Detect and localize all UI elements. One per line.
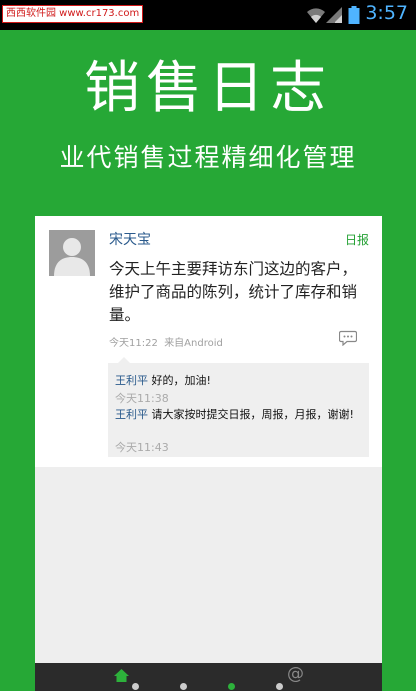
tab-indicator xyxy=(276,683,283,690)
clock: 3:57 xyxy=(365,2,408,24)
signal-icon xyxy=(325,6,343,28)
comment-list: 王利平 好的，加油! 今天11:38 王利平 请大家按时提交日报，周报，月报，谢… xyxy=(108,357,369,457)
wifi-icon xyxy=(306,6,326,28)
post-type-tag: 日报 xyxy=(344,233,369,247)
post-source: 来自Android xyxy=(164,338,223,349)
list-item: 王利平 好的，加油! xyxy=(115,372,211,388)
tab-2[interactable] xyxy=(174,663,194,691)
tab-3[interactable] xyxy=(222,663,242,691)
at-icon[interactable]: @ xyxy=(287,666,304,683)
comment-author[interactable]: 王利平 xyxy=(115,408,148,421)
post-body: 今天上午主要拜访东门这边的客户，维护了商品的陈列，统计了库存和销量。 xyxy=(109,260,358,324)
app-preview: 宋天宝 日报 今天上午主要拜访东门这边的客户，维护了商品的陈列，统计了库存和销量… xyxy=(35,216,382,691)
comment-text: 请大家按时提交日报，周报，月报，谢谢! xyxy=(151,408,354,421)
post-author[interactable]: 宋天宝 xyxy=(109,229,151,249)
comment-text: 好的，加油! xyxy=(151,374,211,387)
comment-author[interactable]: 王利平 xyxy=(115,374,148,387)
battery-icon xyxy=(348,6,360,28)
comment-time: 今天11:43 xyxy=(115,441,169,454)
bottom-tab-bar: @ xyxy=(35,663,382,691)
comment-time: 今天11:38 xyxy=(115,392,169,405)
tab-indicator xyxy=(180,683,187,690)
list-item: 王利平 请大家按时提交日报，周报，月报，谢谢! xyxy=(115,408,361,421)
hero-subtitle: 业代销售过程精细化管理 xyxy=(59,143,357,172)
tab-indicator xyxy=(132,683,139,690)
avatar[interactable] xyxy=(49,230,95,276)
post-meta: 今天11:22 来自Android xyxy=(109,334,223,349)
tab-indicator-active xyxy=(228,683,235,690)
watermark-label: 西西软件园 www.cr173.com xyxy=(2,5,144,23)
tab-1[interactable] xyxy=(126,663,146,691)
post-time: 今天11:22 xyxy=(109,338,158,349)
status-bar: 西西软件园 www.cr173.com 3:57 xyxy=(0,0,416,30)
post-card[interactable]: 宋天宝 日报 今天上午主要拜访东门这边的客户，维护了商品的陈列，统计了库存和销量… xyxy=(35,216,382,467)
hero-title: 销售日志 xyxy=(84,56,332,121)
comment-icon[interactable] xyxy=(338,330,358,350)
